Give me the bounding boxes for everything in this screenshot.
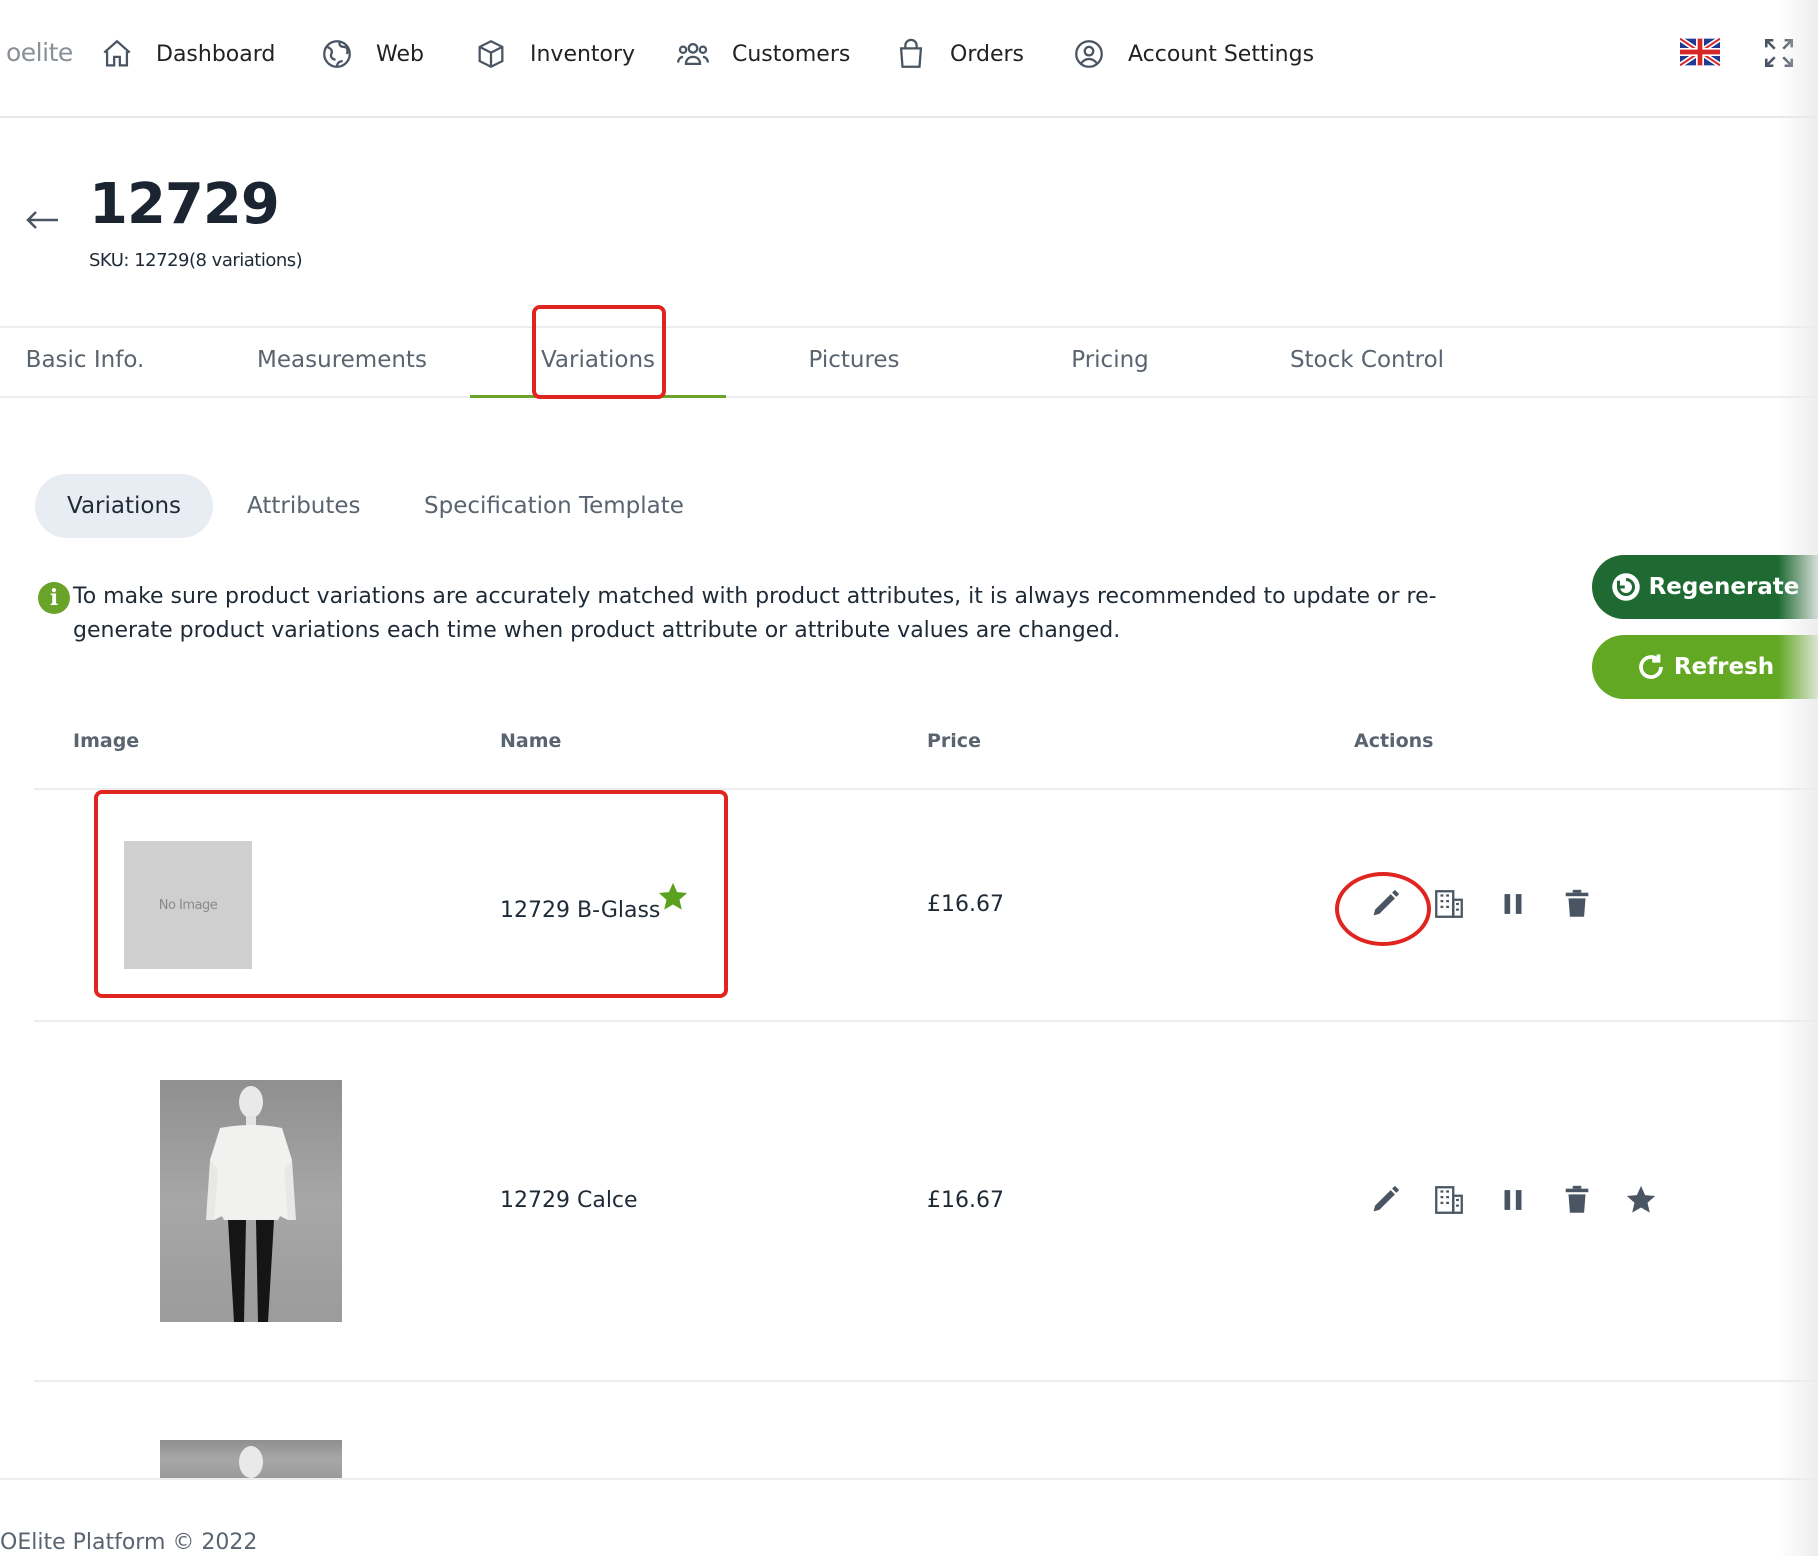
subtab-attributes[interactable]: Attributes: [247, 474, 361, 538]
pause-icon[interactable]: [1496, 1183, 1530, 1217]
nav-account-settings[interactable]: Account Settings: [1072, 34, 1314, 74]
home-icon: [103, 39, 131, 67]
column-header-actions: Actions: [1354, 730, 1434, 752]
tab-stock-control[interactable]: Stock Control: [1280, 328, 1454, 398]
edit-icon[interactable]: [1368, 887, 1402, 921]
column-header-price: Price: [927, 730, 981, 752]
row-divider: [34, 1020, 1818, 1022]
pause-icon[interactable]: [1496, 887, 1530, 921]
refresh-button[interactable]: Refresh: [1592, 635, 1818, 699]
box-icon: [478, 39, 504, 69]
tab-pricing[interactable]: Pricing: [1050, 328, 1170, 398]
warehouse-icon[interactable]: [1432, 1183, 1466, 1217]
refresh-icon: [1638, 654, 1663, 679]
right-edge-shadow: [1778, 0, 1818, 1556]
trash-icon[interactable]: [1560, 887, 1594, 921]
content-bottom-border: [0, 1478, 1818, 1480]
tab-measurements[interactable]: Measurements: [240, 328, 444, 398]
regenerate-button[interactable]: Regenerate: [1592, 555, 1818, 619]
regenerate-icon: [1611, 573, 1640, 601]
default-star-icon: [658, 882, 688, 910]
nav-orders[interactable]: Orders: [894, 34, 1024, 74]
row-divider: [34, 788, 1818, 790]
subtab-specification-template[interactable]: Specification Template: [424, 474, 684, 538]
sku-text: SKU: 12729(8 variations): [89, 250, 303, 271]
trash-icon[interactable]: [1560, 1183, 1594, 1217]
variation-photo: [160, 1080, 342, 1322]
warehouse-icon[interactable]: [1432, 887, 1466, 921]
tab-variations[interactable]: Variations: [470, 328, 726, 398]
variation-name: 12729 B-Glass: [500, 898, 661, 923]
tab-pictures[interactable]: Pictures: [790, 328, 918, 398]
row-divider: [34, 1380, 1818, 1382]
nav-customers[interactable]: Customers: [676, 34, 850, 74]
user-circle-icon: [1075, 40, 1103, 68]
nav-web[interactable]: Web: [320, 34, 424, 74]
subtab-variations[interactable]: Variations: [35, 474, 214, 538]
variation-price: £16.67: [927, 892, 1004, 917]
column-header-name: Name: [500, 730, 562, 752]
shopping-bag-icon: [899, 38, 923, 68]
top-nav: oelite Dashboard Web Inventory Customers…: [0, 0, 1818, 118]
tab-basic-info[interactable]: Basic Info.: [0, 328, 170, 398]
variation-photo: [160, 1440, 342, 1478]
nav-dashboard[interactable]: Dashboard: [100, 34, 275, 74]
product-tabs: Basic Info. Measurements Variations Pict…: [0, 326, 1818, 398]
info-message: To make sure product variations are accu…: [73, 584, 1437, 643]
footer-copyright: OElite Platform © 2022: [0, 1530, 258, 1555]
edit-icon[interactable]: [1368, 1183, 1402, 1217]
back-arrow-icon[interactable]: [22, 205, 62, 235]
variation-price: £16.67: [927, 1188, 1004, 1213]
column-header-image: Image: [73, 730, 140, 752]
users-icon: [676, 42, 710, 66]
page-title: 12729: [89, 172, 280, 237]
nav-inventory[interactable]: Inventory: [474, 34, 635, 74]
set-default-star-icon[interactable]: [1624, 1183, 1658, 1217]
variation-name: 12729 Calce: [500, 1188, 638, 1213]
uk-flag-icon[interactable]: [1680, 35, 1720, 69]
logo[interactable]: oelite: [6, 38, 73, 67]
info-icon: i: [38, 582, 70, 614]
globe-icon: [323, 40, 351, 68]
no-image-placeholder: No Image: [124, 841, 252, 969]
fullscreen-icon[interactable]: [1762, 36, 1796, 70]
